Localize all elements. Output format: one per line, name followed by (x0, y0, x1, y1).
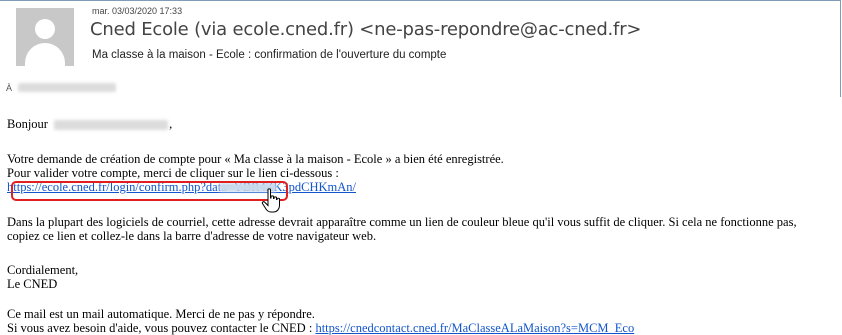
greeting-text: Bonjour (7, 117, 48, 131)
para2-line1: Dans la plupart des logiciels de courrie… (7, 215, 797, 229)
avatar-body (25, 43, 65, 66)
recipient-label: À (6, 83, 13, 93)
avatar-head (35, 19, 55, 39)
footer-line1: Ce mail est un mail automatique. Merci d… (7, 307, 315, 321)
email-date: mar. 03/03/2020 17:33 (92, 6, 183, 16)
greeting-suffix: , (169, 117, 173, 131)
link-highlight-box (11, 181, 288, 201)
para1-line1: Votre demande de création de compte pour… (7, 152, 504, 166)
recipient-redacted (18, 83, 116, 92)
footer-help-text: Si vous avez besoin d'aide, vous pouvez … (7, 321, 316, 335)
email-subject: Ma classe à la maison - Ecole : confirma… (92, 49, 447, 61)
closing-line1: Cordialement, (7, 263, 79, 277)
para1-line2: Pour valider votre compte, merci de cliq… (7, 166, 339, 180)
help-link[interactable]: https://cnedcontact.cned.fr/MaClasseALaM… (315, 321, 634, 335)
recipient-name-redacted (54, 120, 168, 130)
footer-line2: Si vous avez besoin d'aide, vous pouvez … (7, 321, 634, 335)
hand-pointer-icon (261, 188, 280, 213)
sender-avatar (16, 8, 74, 66)
closing-line2: Le CNED (7, 277, 58, 291)
para2-line2: copiez ce lien et collez-le dans la barr… (7, 229, 377, 243)
email-sender[interactable]: Cned Ecole (via ecole.cned.fr) <ne-pas-r… (90, 19, 641, 40)
